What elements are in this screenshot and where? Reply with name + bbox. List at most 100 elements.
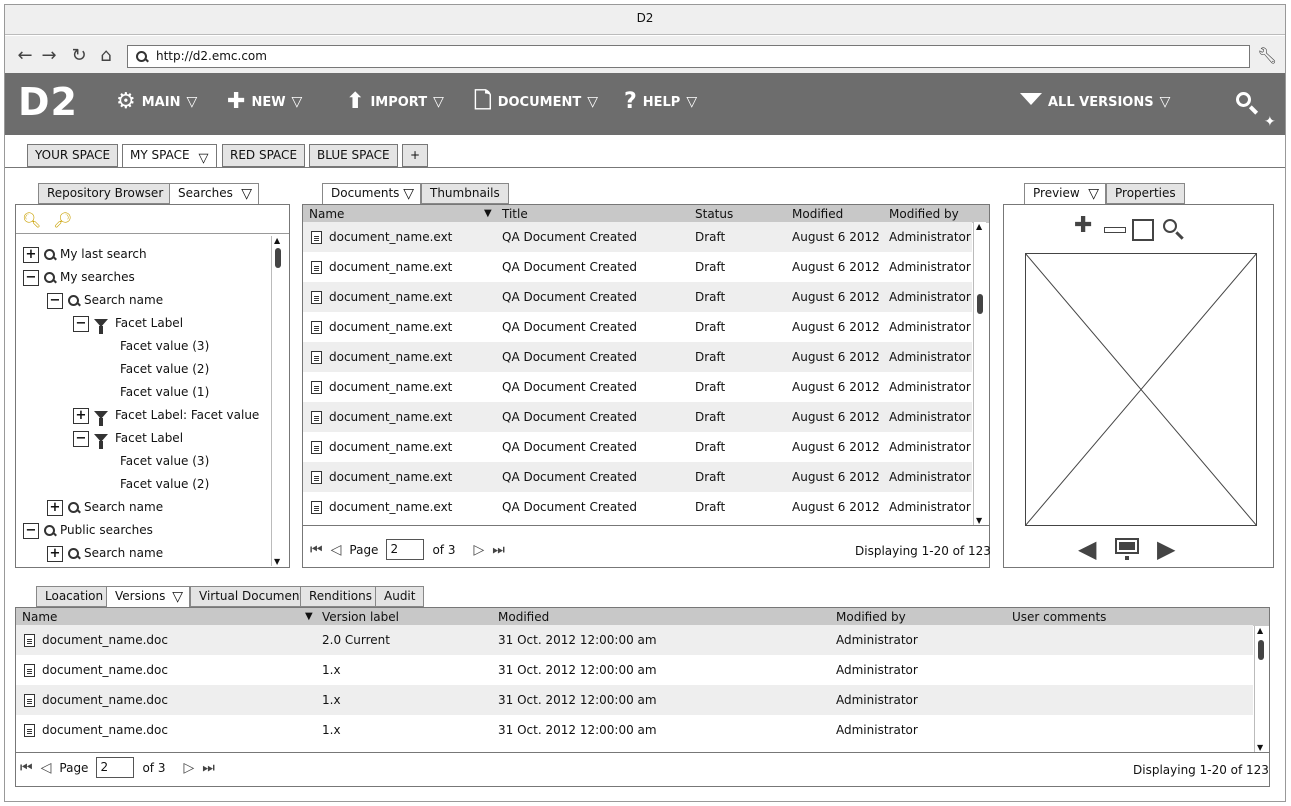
collapse-icon[interactable]: − — [23, 269, 39, 286]
table-row[interactable]: document_name.ext QA Document Created Draf… — [303, 462, 972, 492]
menu-import[interactable]: ⬆ IMPORT ▽ — [346, 90, 444, 114]
tab-preview[interactable]: Preview ▽ — [1024, 183, 1106, 205]
tree-item[interactable]: − My searches — [23, 266, 271, 289]
table-row[interactable]: document_name.doc 2.0 Current 31 Oct. 2012… — [16, 625, 1253, 655]
col-modified-by[interactable]: Modified by — [889, 205, 959, 223]
tab-documents[interactable]: Documents ▽ — [322, 183, 421, 205]
tree-item[interactable]: + Facet Label: Facet value — [23, 404, 271, 427]
add-space-button[interactable]: + — [402, 144, 429, 167]
sort-desc-icon[interactable]: ▼ — [484, 205, 492, 223]
table-row[interactable]: document_name.ext QA Document Created Draf… — [303, 492, 972, 522]
col-user-comments[interactable]: User comments — [1012, 608, 1106, 626]
versions-scrollbar[interactable]: ▲ ▼ — [1254, 626, 1267, 752]
table-row[interactable]: document_name.ext QA Document Created Draf… — [303, 312, 972, 342]
home-icon[interactable]: ⌂ — [96, 46, 116, 66]
tab-virtual-document[interactable]: Virtual Document — [190, 586, 314, 607]
next-page-icon[interactable]: ▷ — [183, 760, 194, 776]
table-row[interactable]: document_name.ext QA Document Created Draf… — [303, 282, 972, 312]
expand-icon[interactable]: + — [23, 246, 39, 263]
tree-item[interactable]: + Search name — [23, 542, 271, 565]
scroll-down-icon[interactable]: ▼ — [976, 516, 982, 525]
next-page-icon[interactable]: ▷ — [473, 542, 484, 558]
forward-icon[interactable]: → — [39, 46, 59, 66]
zoom-out-icon[interactable] — [1104, 227, 1126, 233]
table-row[interactable]: document_name.ext QA Document Created Draf… — [303, 402, 972, 432]
tree-item[interactable]: − Facet Label — [23, 427, 271, 450]
table-row[interactable]: document_name.ext QA Document Created Draf… — [303, 342, 972, 372]
expand-icon[interactable]: + — [47, 545, 63, 562]
expand-icon[interactable]: + — [73, 407, 89, 424]
menu-new[interactable]: ✚ NEW ▽ — [227, 90, 302, 114]
scroll-down-icon[interactable]: ▼ — [274, 557, 280, 566]
tree-item[interactable]: + Search name — [23, 496, 271, 519]
tab-audit[interactable]: Audit — [375, 586, 425, 607]
last-page-icon[interactable]: ⏭︎ — [492, 542, 505, 558]
collapse-icon[interactable]: − — [73, 315, 89, 332]
tab-repository-browser[interactable]: Repository Browser — [38, 183, 173, 204]
first-page-icon[interactable]: ⏮︎ — [310, 542, 323, 558]
scroll-up-icon[interactable]: ▲ — [1257, 626, 1263, 635]
table-row[interactable]: document_name.ext QA Document Created Draf… — [303, 252, 972, 282]
back-icon[interactable]: ← — [15, 46, 35, 66]
monitor-icon[interactable] — [1115, 538, 1139, 560]
col-modified[interactable]: Modified — [792, 205, 843, 223]
tree-item[interactable]: − Public searches — [23, 519, 271, 542]
page-input[interactable]: 2 — [96, 757, 135, 778]
scroll-thumb[interactable] — [1258, 640, 1264, 660]
last-page-icon[interactable]: ⏭︎ — [202, 760, 215, 776]
collapse-icon[interactable]: − — [23, 522, 39, 539]
url-input[interactable]: http://d2.emc.com — [127, 45, 1250, 68]
tree-item[interactable]: Facet value (2) — [23, 473, 271, 496]
zoom-in-icon[interactable]: ✚︎ — [1074, 213, 1094, 238]
space-tab-blue-space[interactable]: BLUE SPACE — [309, 144, 398, 167]
reload-icon[interactable]: ↻ — [69, 46, 89, 66]
new-search-icon[interactable]: 🔍︎ — [22, 211, 41, 229]
col-name[interactable]: Name — [309, 205, 344, 223]
collapse-icon[interactable]: − — [73, 430, 89, 447]
scroll-down-icon[interactable]: ▼ — [1257, 743, 1263, 752]
table-row[interactable]: document_name.doc 1.x 31 Oct. 2012 12:00:0… — [16, 685, 1253, 715]
tree-item[interactable]: Facet value (3) — [23, 335, 271, 358]
table-row[interactable]: document_name.ext QA Document Created Draf… — [303, 222, 972, 252]
tab-searches[interactable]: Searches ▽ — [169, 183, 259, 205]
delete-search-icon[interactable]: 🔎︎ — [53, 211, 72, 229]
tree-item[interactable]: Facet value (3) — [23, 450, 271, 473]
collapse-icon[interactable]: − — [47, 292, 63, 309]
col-version-modified-by[interactable]: Modified by — [836, 608, 906, 626]
tree-item[interactable]: Facet value (2) — [23, 358, 271, 381]
scroll-thumb[interactable] — [275, 248, 281, 268]
tree-scrollbar[interactable]: ▲ ▼ — [271, 236, 284, 566]
table-row[interactable]: document_name.doc 1.x 31 Oct. 2012 12:00:0… — [16, 715, 1253, 745]
prev-page-icon[interactable]: ◁ — [331, 542, 342, 558]
tab-thumbnails[interactable]: Thumbnails — [421, 183, 509, 204]
menu-help[interactable]: ? HELP ▽ — [624, 90, 697, 114]
first-page-icon[interactable]: ⏮︎ — [20, 760, 33, 776]
menu-main[interactable]: ⚙ MAIN ▽ — [116, 90, 197, 114]
next-preview-icon[interactable]: ▶ — [1157, 535, 1175, 563]
fit-page-icon[interactable] — [1132, 219, 1154, 241]
tree-item[interactable]: − Facet Label — [23, 312, 271, 335]
scroll-up-icon[interactable]: ▲ — [976, 222, 982, 231]
col-version-name[interactable]: Name — [22, 608, 57, 626]
col-version-label[interactable]: Version label — [322, 608, 399, 626]
scroll-up-icon[interactable]: ▲ — [274, 236, 280, 245]
space-tab-my-space[interactable]: MY SPACE ▽ — [122, 144, 217, 168]
space-tab-red-space[interactable]: RED SPACE — [222, 144, 306, 167]
tree-item[interactable]: Facet value (1) — [23, 381, 271, 404]
sort-desc-icon[interactable]: ▼ — [305, 608, 313, 626]
version-filter[interactable]: ALL VERSIONS ▽ — [1020, 90, 1170, 114]
col-status[interactable]: Status — [695, 205, 733, 223]
expand-icon[interactable]: + — [47, 499, 63, 516]
table-row[interactable]: document_name.doc 1.x 31 Oct. 2012 12:00:0… — [16, 655, 1253, 685]
page-input[interactable]: 2 — [386, 539, 425, 560]
tab-location[interactable]: Loacation — [36, 586, 113, 607]
pin-icon[interactable]: ✦ — [1264, 114, 1276, 130]
tree-item[interactable]: + My last search — [23, 243, 271, 266]
col-version-modified[interactable]: Modified — [498, 608, 549, 626]
zoom-search-icon[interactable] — [1163, 219, 1185, 241]
previous-preview-icon[interactable]: ◀ — [1078, 535, 1096, 563]
tree-item[interactable]: − Search name — [23, 289, 271, 312]
prev-page-icon[interactable]: ◁ — [41, 760, 52, 776]
tab-properties[interactable]: Properties — [1106, 183, 1185, 204]
col-title[interactable]: Title — [502, 205, 528, 223]
